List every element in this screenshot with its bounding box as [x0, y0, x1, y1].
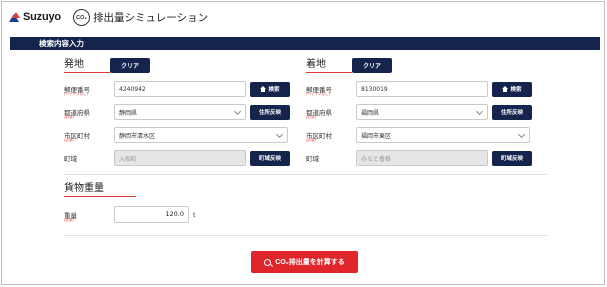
section-title-bar: 検索内容入力	[10, 37, 600, 50]
home-icon	[260, 86, 267, 92]
destination-postal-label: 郵便番号 (ハイフンなし)	[306, 86, 332, 96]
origin-title: 発地	[64, 58, 110, 73]
weight-row: 重量 (必須) 120.0 t	[64, 206, 196, 223]
section-divider	[64, 174, 548, 175]
origin-town-label: 町域	[64, 155, 77, 163]
destination-panel: 着地 クリア 郵便番号 (ハイフンなし) 8130019 検索 都道府県 (必須…	[306, 57, 546, 172]
origin-pref-row: 都道府県 (必須) 静岡県 住所反映	[64, 103, 304, 121]
chevron-down-icon	[233, 107, 242, 116]
origin-postal-input[interactable]: 4240942	[114, 81, 246, 97]
destination-title: 着地	[306, 58, 352, 73]
origin-town-field: 入船町	[114, 150, 246, 166]
destination-town-field: みなと香椎	[356, 150, 488, 166]
chevron-down-icon	[275, 130, 284, 139]
destination-postal-input[interactable]: 8130019	[356, 81, 488, 97]
destination-search-button[interactable]: 検索	[492, 81, 532, 97]
origin-address-reflect-button[interactable]: 住所反映	[250, 104, 290, 120]
destination-clear-button[interactable]: クリア	[352, 57, 392, 73]
brand-logo: Suzuyo	[9, 11, 61, 23]
destination-panel-head: 着地 クリア	[306, 57, 546, 73]
origin-panel-head: 発地 クリア	[64, 57, 304, 73]
cargo-title: 貨物重量	[64, 182, 136, 197]
origin-city-select[interactable]: 静岡市清水区	[114, 127, 288, 143]
origin-pref-label: 都道府県 (必須)	[64, 109, 90, 119]
origin-clear-button[interactable]: クリア	[110, 57, 150, 73]
destination-town-reflect-button[interactable]: 町域反映	[492, 150, 532, 166]
destination-pref-select[interactable]: 福岡県	[356, 104, 488, 120]
origin-city-label: 市区町村 (必須)	[64, 132, 90, 142]
co2-badge-icon: CO₂	[73, 9, 90, 26]
origin-pref-select[interactable]: 静岡県	[114, 104, 246, 120]
origin-town-row: 町域 入船町 町域反映	[64, 149, 304, 167]
destination-city-select[interactable]: 福岡市東区	[356, 127, 530, 143]
destination-pref-row: 都道府県 (必須) 福岡県 住所反映	[306, 103, 546, 121]
destination-pref-label: 都道府県 (必須)	[306, 109, 332, 119]
calculate-co2-button[interactable]: CO₂排出量を計算する	[251, 251, 358, 273]
chevron-down-icon	[475, 107, 484, 116]
weight-unit: t	[193, 210, 196, 219]
chevron-down-icon	[517, 130, 526, 139]
destination-town-row: 町域 みなと香椎 町域反映	[306, 149, 546, 167]
app-title: CO₂ 排出量シミュレーション	[73, 9, 208, 26]
app-title-text: 排出量シミュレーション	[93, 12, 209, 24]
home-icon	[502, 86, 509, 92]
section-divider	[64, 235, 548, 236]
destination-city-label: 市区町村 (必須)	[306, 132, 332, 142]
origin-town-reflect-button[interactable]: 町域反映	[250, 150, 290, 166]
weight-label: 重量 (必須)	[64, 211, 77, 222]
logo-mark-icon	[9, 12, 20, 22]
destination-address-reflect-button[interactable]: 住所反映	[492, 104, 532, 120]
origin-panel: 発地 クリア 郵便番号 (ハイフンなし) 4240942 検索 都道府県 (必須…	[64, 57, 304, 172]
search-icon	[264, 258, 272, 266]
origin-postal-label: 郵便番号 (ハイフンなし)	[64, 86, 90, 96]
weight-input[interactable]: 120.0	[114, 206, 189, 223]
origin-city-row: 市区町村 (必須) 静岡市清水区	[64, 126, 304, 144]
destination-postal-row: 郵便番号 (ハイフンなし) 8130019 検索	[306, 80, 546, 98]
destination-town-label: 町域	[306, 155, 319, 163]
app-frame: Suzuyo CO₂ 排出量シミュレーション 検索内容入力 発地 クリア 郵便番…	[1, 1, 605, 285]
origin-search-button[interactable]: 検索	[250, 81, 290, 97]
destination-city-row: 市区町村 (必須) 福岡市東区	[306, 126, 546, 144]
logo-text: Suzuyo	[23, 11, 61, 23]
origin-postal-row: 郵便番号 (ハイフンなし) 4240942 検索	[64, 80, 304, 98]
